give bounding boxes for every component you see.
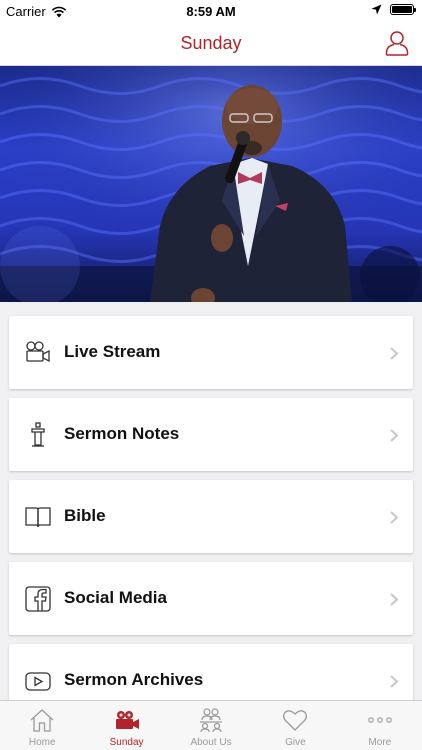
battery-icon <box>390 4 416 15</box>
pulpit-icon <box>31 422 45 447</box>
page-title: Sunday <box>180 33 242 53</box>
tab-label: Give <box>285 737 306 748</box>
video-camera-icon <box>115 711 139 729</box>
menu-item-label: Live Stream <box>64 342 161 361</box>
profile-icon[interactable] <box>385 30 409 56</box>
tab-label: Sunday <box>109 737 144 748</box>
book-icon <box>25 507 51 528</box>
status-time: 8:59 AM <box>186 4 236 19</box>
location-arrow-icon <box>371 4 382 15</box>
home-icon <box>30 709 54 732</box>
speaker-photo <box>0 66 422 302</box>
menu-item-social-media[interactable]: Social Media <box>9 562 413 635</box>
chevron-right-icon <box>390 675 398 688</box>
hero-image <box>0 66 422 302</box>
tab-bar: Home Sunday About Us Give More <box>0 700 422 750</box>
menu-item-label: Sermon Archives <box>64 670 204 689</box>
youtube-icon <box>25 672 51 691</box>
chevron-right-icon <box>390 593 398 606</box>
tab-give[interactable]: Give <box>253 701 337 750</box>
chevron-right-icon <box>390 429 398 442</box>
menu-item-bible[interactable]: Bible <box>9 480 413 553</box>
menu-item-label: Bible <box>64 506 106 525</box>
facebook-icon <box>25 586 51 612</box>
menu-item-label: Sermon Notes <box>64 424 180 443</box>
nav-bar: Sunday <box>0 22 422 66</box>
more-dots-icon <box>368 717 392 723</box>
tab-label: About Us <box>190 737 232 748</box>
chevron-right-icon <box>390 347 398 360</box>
tab-about-us[interactable]: About Us <box>169 701 253 750</box>
video-camera-icon <box>26 341 50 363</box>
chevron-right-icon <box>390 511 398 524</box>
menu-item-live-stream[interactable]: Live Stream <box>9 316 413 389</box>
status-bar: Carrier 8:59 AM <box>0 0 422 22</box>
tab-more[interactable]: More <box>338 701 422 750</box>
people-icon <box>200 708 223 733</box>
tab-home[interactable]: Home <box>0 701 84 750</box>
menu-item-label: Social Media <box>64 588 167 607</box>
tab-label: Home <box>28 737 56 748</box>
tab-label: More <box>368 737 392 748</box>
tab-sunday[interactable]: Sunday <box>84 701 168 750</box>
menu-item-sermon-notes[interactable]: Sermon Notes <box>9 398 413 471</box>
menu-list: Live Stream Sermon Notes Bible Social Me… <box>9 316 413 726</box>
status-right <box>371 4 416 15</box>
heart-icon <box>283 710 308 731</box>
